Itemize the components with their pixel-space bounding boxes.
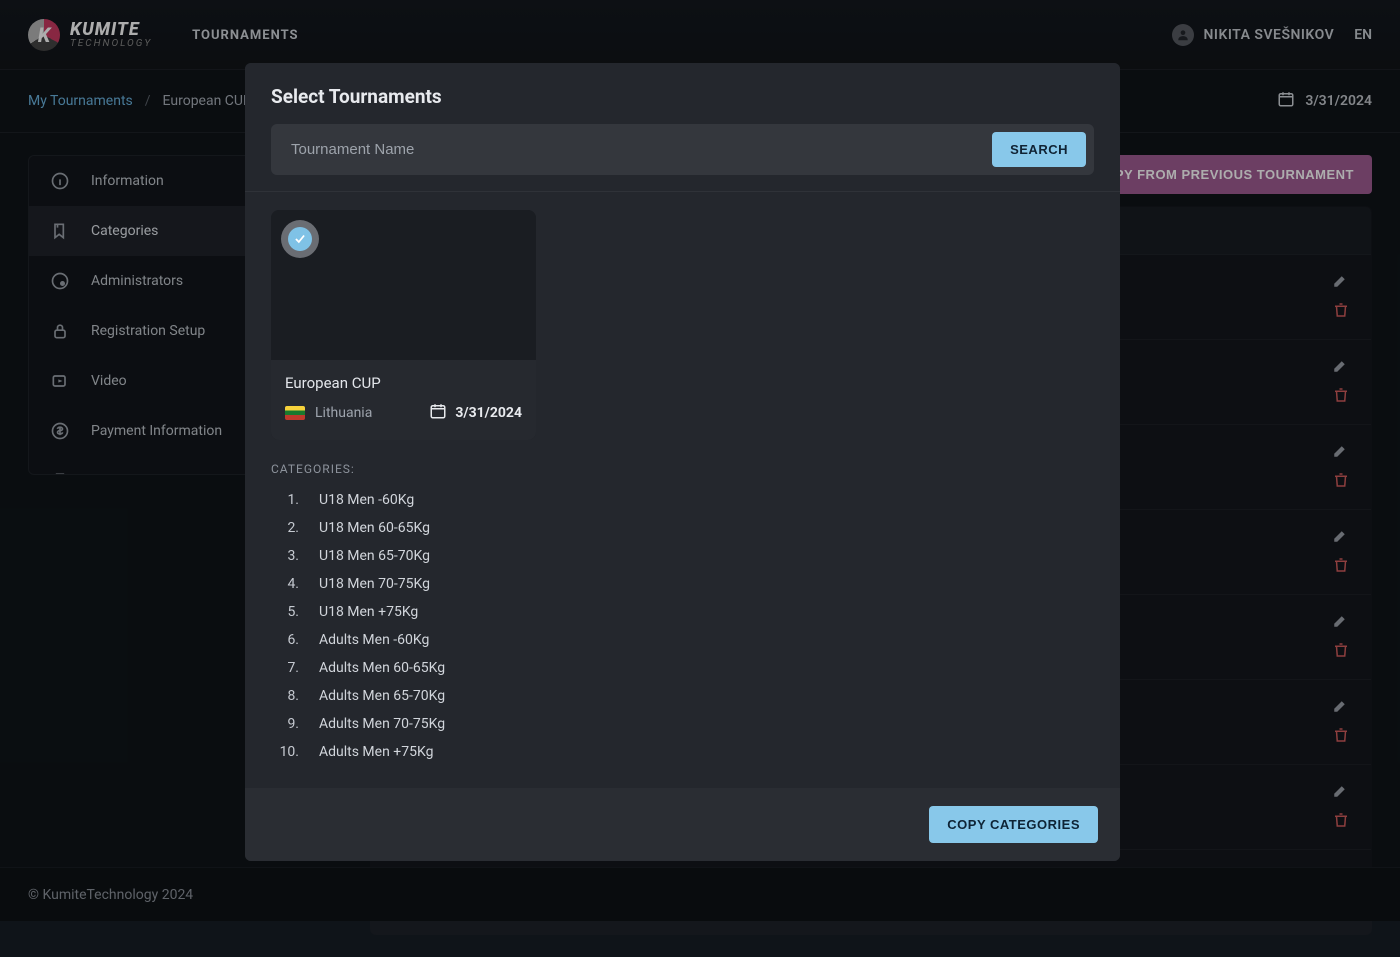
- category-name: U18 Men 65-70Kg: [319, 548, 430, 564]
- category-item: 3. U18 Men 65-70Kg: [271, 542, 1094, 570]
- category-number: 4.: [275, 576, 299, 592]
- category-name: U18 Men -60Kg: [319, 492, 414, 508]
- category-item: 10. Adults Men +75Kg: [271, 738, 1094, 766]
- category-number: 7.: [275, 660, 299, 676]
- search-bar: SEARCH: [271, 124, 1094, 175]
- category-number: 10.: [275, 744, 299, 760]
- category-number: 9.: [275, 716, 299, 732]
- category-name: Adults Men +75Kg: [319, 744, 433, 760]
- category-item: 5. U18 Men +75Kg: [271, 598, 1094, 626]
- categories-heading: CATEGORIES:: [271, 462, 1094, 476]
- category-item: 7. Adults Men 60-65Kg: [271, 654, 1094, 682]
- category-item: 1. U18 Men -60Kg: [271, 486, 1094, 514]
- select-tournaments-modal: Select Tournaments SEARCH European CUP L…: [245, 63, 1120, 861]
- category-number: 1.: [275, 492, 299, 508]
- flag-icon: [285, 406, 305, 420]
- category-name: Adults Men 60-65Kg: [319, 660, 445, 676]
- category-number: 5.: [275, 604, 299, 620]
- modal-title: Select Tournaments: [271, 85, 1094, 108]
- modal-footer: COPY CATEGORIES: [245, 788, 1120, 861]
- tournament-search-input[interactable]: [289, 140, 992, 159]
- calendar-icon: [429, 402, 447, 424]
- category-item: 2. U18 Men 60-65Kg: [271, 514, 1094, 542]
- category-name: U18 Men 60-65Kg: [319, 520, 430, 536]
- category-number: 2.: [275, 520, 299, 536]
- category-number: 3.: [275, 548, 299, 564]
- tournament-country: Lithuania: [315, 405, 372, 421]
- category-number: 6.: [275, 632, 299, 648]
- selected-badge[interactable]: [281, 220, 319, 258]
- category-number: 8.: [275, 688, 299, 704]
- category-name: Adults Men -60Kg: [319, 632, 429, 648]
- category-name: U18 Men 70-75Kg: [319, 576, 430, 592]
- categories-list: 1. U18 Men -60Kg 2. U18 Men 60-65Kg 3. U18 Me…: [271, 486, 1094, 766]
- divider: [245, 191, 1120, 192]
- category-item: 6. Adults Men -60Kg: [271, 626, 1094, 654]
- category-name: Adults Men 70-75Kg: [319, 716, 445, 732]
- category-name: Adults Men 65-70Kg: [319, 688, 445, 704]
- tournament-card-title: European CUP: [285, 374, 522, 392]
- category-item: 9. Adults Men 70-75Kg: [271, 710, 1094, 738]
- category-item: 8. Adults Men 65-70Kg: [271, 682, 1094, 710]
- tournament-card-date: 3/31/2024: [455, 405, 522, 421]
- copy-categories-button[interactable]: COPY CATEGORIES: [929, 806, 1098, 843]
- category-name: U18 Men +75Kg: [319, 604, 418, 620]
- category-item: 4. U18 Men 70-75Kg: [271, 570, 1094, 598]
- tournament-card[interactable]: European CUP Lithuania 3/31/2024: [271, 210, 536, 440]
- check-icon: [288, 227, 312, 251]
- search-button[interactable]: SEARCH: [992, 132, 1086, 167]
